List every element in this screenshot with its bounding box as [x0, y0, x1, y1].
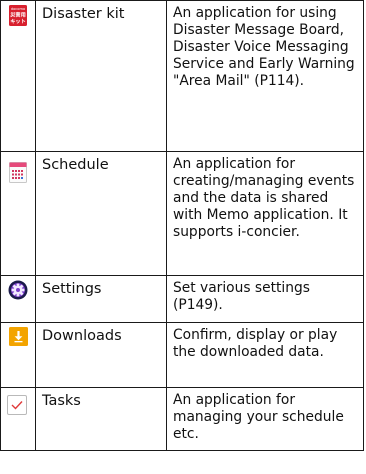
app-description: Set various settings (P149).	[166, 275, 364, 323]
icon-cell: docomo 災害用 キット	[0, 0, 36, 152]
icon-docomo-text: docomo	[11, 7, 25, 11]
table-row: docomo 災害用 キット Disaster kit An applicati…	[0, 0, 364, 152]
checkbox-icon	[7, 395, 27, 415]
icon-cell	[0, 387, 36, 451]
app-name: Downloads	[35, 322, 167, 388]
icon-kanji-text: 災害用	[9, 11, 26, 19]
icon-cell	[0, 275, 36, 323]
app-name: Disaster kit	[35, 0, 167, 152]
gear-icon	[8, 280, 28, 300]
icon-cell	[0, 151, 36, 276]
icon-cell	[0, 322, 36, 388]
table-row: Downloads Confirm, display or play the d…	[0, 322, 364, 388]
app-name: Settings	[35, 275, 167, 323]
app-name: Tasks	[35, 387, 167, 451]
table-row: Settings Set various settings (P149).	[0, 275, 364, 323]
app-description: An application for using Disaster Messag…	[166, 0, 364, 152]
table-row: Tasks An application for managing your s…	[0, 387, 364, 451]
icon-katakana-text: キット	[10, 18, 26, 25]
table-row: Schedule An application for creating/man…	[0, 151, 364, 276]
disaster-kit-icon: docomo 災害用 キット	[9, 5, 27, 26]
app-description: Confirm, display or play the downloaded …	[166, 322, 364, 388]
download-icon	[9, 327, 28, 346]
app-name: Schedule	[35, 151, 167, 276]
calendar-icon	[9, 162, 27, 183]
app-list-table: docomo 災害用 キット Disaster kit An applicati…	[0, 0, 364, 451]
app-description: An application for managing your schedul…	[166, 387, 364, 451]
app-description: An application for creating/managing eve…	[166, 151, 364, 276]
